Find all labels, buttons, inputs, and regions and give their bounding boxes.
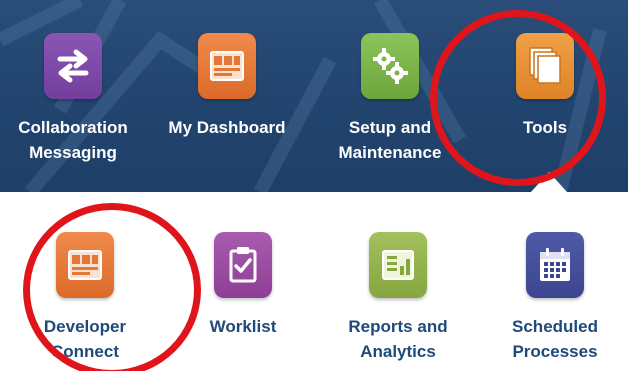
tile-label-line2: Messaging xyxy=(29,143,117,162)
tools-icon-tile xyxy=(516,33,574,99)
collaboration-messaging-icon-tile xyxy=(44,33,102,99)
report-chart-icon xyxy=(382,250,414,280)
clipboard-check-icon xyxy=(229,247,257,283)
navigator-panel: Collaboration Messaging My Dashboard Set… xyxy=(0,0,628,371)
tile-worklist[interactable]: Worklist xyxy=(193,232,293,339)
tile-label-line1: Collaboration xyxy=(18,118,128,137)
scheduled-processes-icon-tile xyxy=(526,232,584,298)
tile-label-line2: Maintenance xyxy=(338,143,442,162)
reports-analytics-icon-tile xyxy=(369,232,427,298)
tile-label: Tools xyxy=(523,115,567,140)
tile-label-line1: Developer xyxy=(43,317,127,336)
tile-label-line1: Reports and xyxy=(348,317,448,336)
tile-tools[interactable]: Tools xyxy=(500,33,590,140)
tile-label: Developer Connect xyxy=(44,314,126,364)
top-navigation-band: Collaboration Messaging My Dashboard Set… xyxy=(0,0,628,192)
developer-connect-icon-tile xyxy=(56,232,114,298)
tile-scheduled-processes[interactable]: Scheduled Processes xyxy=(500,232,610,364)
tile-label: Scheduled Processes xyxy=(512,314,598,364)
calendar-icon xyxy=(540,248,570,281)
tile-developer-connect[interactable]: Developer Connect xyxy=(35,232,135,364)
worklist-icon-tile xyxy=(214,232,272,298)
tile-label-line1: Scheduled xyxy=(512,317,598,336)
tile-label: Reports and Analytics xyxy=(348,314,447,364)
tile-setup-and-maintenance[interactable]: Setup and Maintenance xyxy=(335,33,445,165)
setup-maintenance-icon-tile xyxy=(361,33,419,99)
tile-my-dashboard[interactable]: My Dashboard xyxy=(168,33,286,140)
gears-icon xyxy=(373,48,408,84)
tile-label-line1: Setup and xyxy=(348,118,432,137)
my-dashboard-icon-tile xyxy=(198,33,256,99)
tile-label: Worklist xyxy=(210,314,277,339)
tile-reports-and-analytics[interactable]: Reports and Analytics xyxy=(343,232,453,364)
tile-label: My Dashboard xyxy=(168,115,285,140)
tile-label-line2: Analytics xyxy=(360,342,436,361)
tile-label: Collaboration Messaging xyxy=(18,115,128,165)
tile-label: Setup and Maintenance xyxy=(339,115,442,165)
tile-label-line2: Processes xyxy=(512,342,598,361)
tile-label-line1: Tools xyxy=(522,118,568,137)
developer-panel-icon xyxy=(68,250,102,280)
exchange-arrows-icon xyxy=(57,49,89,83)
dashboard-panel-icon xyxy=(210,51,244,81)
active-tile-pointer xyxy=(531,172,567,192)
tile-label-line1: My Dashboard xyxy=(168,118,286,137)
stacked-pages-icon xyxy=(529,47,561,84)
tile-label-line1: Worklist xyxy=(209,317,277,336)
tile-label-line2: Connect xyxy=(50,342,119,361)
tile-collaboration-messaging[interactable]: Collaboration Messaging xyxy=(18,33,128,165)
